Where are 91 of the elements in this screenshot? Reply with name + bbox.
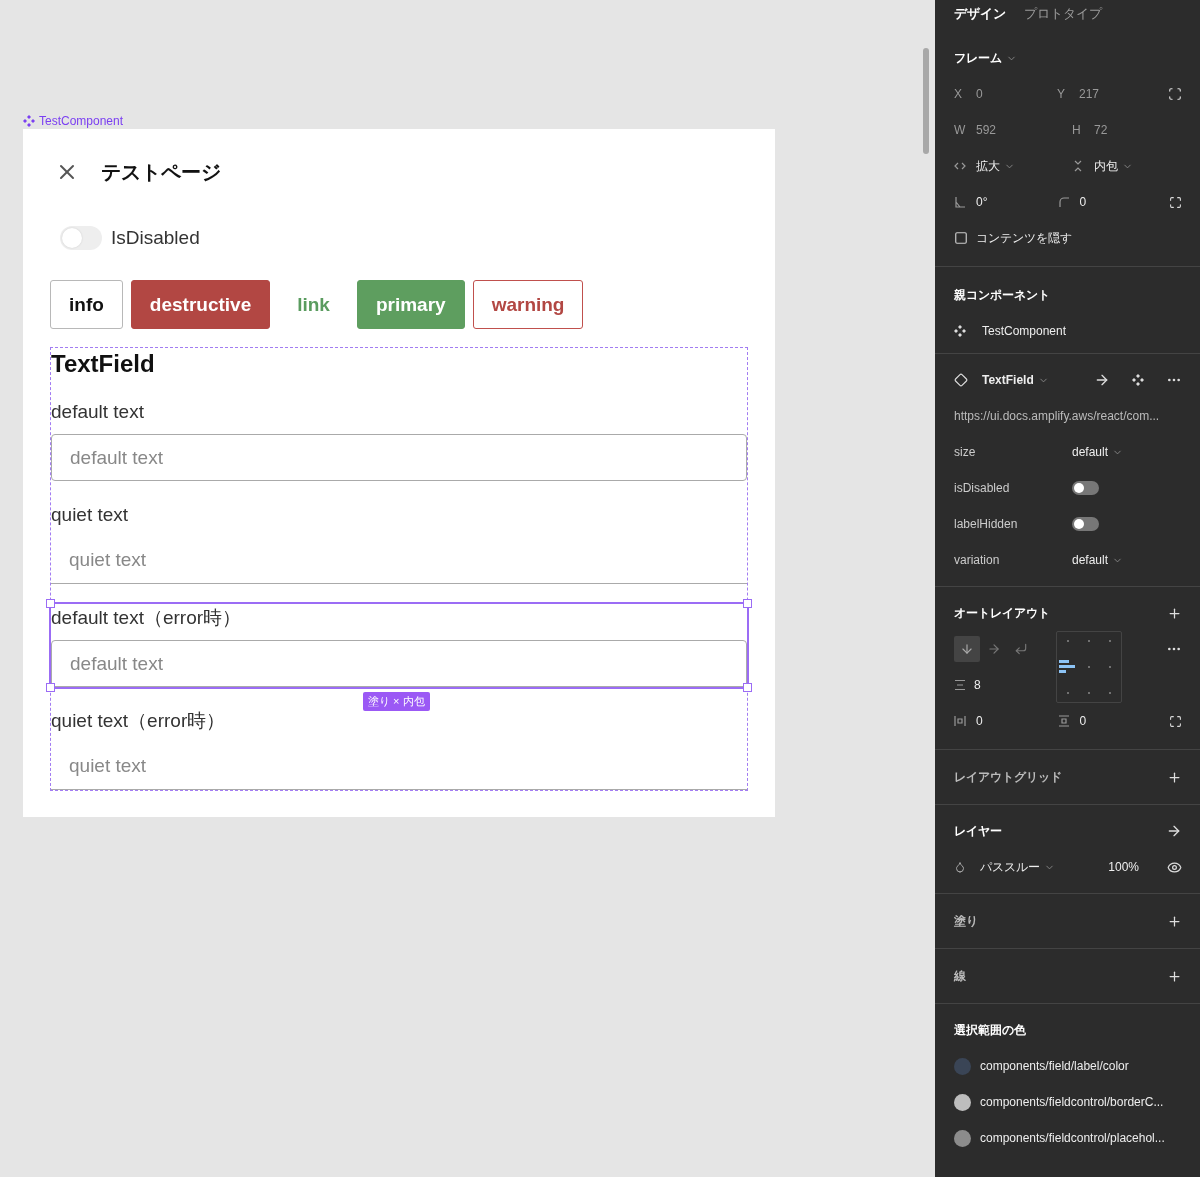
go-to-component-icon[interactable]: [1094, 372, 1110, 388]
section-title: レイヤー: [954, 822, 1002, 840]
component-name[interactable]: TestComponent: [982, 324, 1067, 338]
frame-dropdown[interactable]: フレーム: [954, 49, 1017, 67]
panel-tab[interactable]: プロトタイプ: [1024, 5, 1102, 23]
property-dropdown[interactable]: default: [1072, 445, 1124, 459]
alignment-grid[interactable]: [1056, 631, 1122, 703]
panel-tab[interactable]: デザイン: [954, 5, 1006, 23]
sizing-dropdown[interactable]: 拡大: [976, 157, 1015, 175]
value-field[interactable]: 592: [976, 123, 997, 137]
value-field[interactable]: 72: [1094, 123, 1108, 137]
resize-handle[interactable]: [46, 683, 55, 692]
color-style-name[interactable]: components/field/label/color: [980, 1059, 1129, 1073]
plus-icon[interactable]: [1167, 968, 1182, 984]
toggle-label: IsDisabled: [111, 227, 200, 249]
value-field[interactable]: 0°: [976, 195, 988, 209]
frame-name[interactable]: TestComponent: [39, 113, 124, 128]
expand-corners-icon[interactable]: [1169, 195, 1182, 209]
arrow-down-icon[interactable]: [954, 636, 980, 662]
field-label: X: [954, 87, 963, 101]
horizontal-padding-icon: [954, 715, 966, 727]
color-style-name[interactable]: components/fieldcontrol/borderC...: [980, 1095, 1164, 1109]
angle-icon: [954, 196, 966, 208]
section-title: 塗り: [954, 912, 978, 930]
color-style-name[interactable]: components/fieldcontrol/placehol...: [980, 1131, 1165, 1145]
field-label: quiet text（error時）: [51, 709, 227, 733]
page-title: テストページ: [101, 159, 221, 185]
eye-icon[interactable]: [1167, 859, 1182, 875]
selection-size-badge: 塗り × 内包: [363, 692, 430, 711]
property-name: size: [954, 445, 977, 459]
section-title: 線: [954, 967, 966, 985]
checkbox-label: コンテンツを隠す: [976, 229, 1072, 247]
property-dropdown[interactable]: default: [1072, 553, 1124, 567]
color-swatch[interactable]: [954, 1093, 971, 1111]
value-field[interactable]: 0: [976, 87, 983, 101]
value-field[interactable]: 8: [974, 678, 981, 692]
field-label: Y: [1057, 87, 1066, 101]
section-title: レイアウトグリッド: [954, 768, 1062, 786]
corner-radius-icon: [1057, 196, 1070, 208]
property-name: labelHidden: [954, 517, 1019, 531]
value-field[interactable]: 0: [1079, 195, 1087, 209]
section-title: 選択範囲の色: [954, 1021, 1026, 1039]
opacity-field[interactable]: 100%: [1108, 860, 1139, 874]
section-title: 親コンポーネント: [954, 286, 1050, 304]
blend-mode-dropdown[interactable]: パススルー: [980, 858, 1055, 876]
component-icon[interactable]: [1132, 374, 1144, 386]
resize-handle[interactable]: [743, 683, 752, 692]
toggle-switch[interactable]: [1072, 481, 1099, 495]
field-label: quiet text: [51, 503, 130, 527]
field-label: default text: [51, 400, 145, 424]
horizontal-resize-icon: [954, 160, 966, 172]
spacing-icon: [954, 679, 966, 691]
variant-button[interactable]: destructive: [130, 280, 271, 329]
text-input-field[interactable]: default text: [51, 434, 747, 481]
property-name: isDisabled: [954, 481, 1011, 495]
variant-button[interactable]: info: [50, 280, 123, 329]
instance-dropdown[interactable]: TextField: [982, 373, 1049, 387]
value-field[interactable]: 217: [1079, 87, 1100, 101]
field-label: W: [954, 123, 966, 137]
component-icon: [954, 325, 966, 337]
left-align-icon: [1058, 659, 1077, 675]
resize-handle[interactable]: [46, 599, 55, 608]
toggle-switch[interactable]: [1072, 517, 1099, 531]
individual-padding-icon[interactable]: [1169, 714, 1182, 728]
property-name: variation: [954, 553, 1001, 567]
value-field[interactable]: 0: [976, 714, 983, 728]
color-swatch[interactable]: [954, 1129, 971, 1147]
diamond-icon: [954, 373, 968, 387]
field-label: default text（error時）: [51, 606, 243, 630]
plus-icon[interactable]: [1167, 605, 1182, 621]
go-to-component-icon[interactable]: [1166, 823, 1182, 839]
plus-icon[interactable]: [1167, 769, 1182, 785]
plus-icon[interactable]: [1167, 913, 1182, 929]
scrollbar[interactable]: [923, 48, 929, 154]
value-field[interactable]: 0: [1079, 714, 1087, 728]
section-heading: TextField: [51, 350, 156, 378]
component-icon: [23, 114, 35, 127]
text-input-field[interactable]: default text: [51, 640, 747, 687]
variant-button[interactable]: warning: [472, 280, 584, 329]
vertical-resize-icon: [1072, 160, 1084, 172]
sizing-dropdown[interactable]: 内包: [1094, 157, 1133, 175]
section-title: オートレイアウト: [954, 604, 1050, 622]
toggle-switch[interactable]: [60, 226, 102, 250]
field-label: H: [1072, 123, 1082, 137]
droplet-icon: [954, 861, 966, 873]
checkbox[interactable]: [954, 231, 968, 245]
vertical-padding-icon: [1057, 715, 1070, 727]
focus-frame-icon[interactable]: [1168, 87, 1182, 101]
resize-handle[interactable]: [743, 599, 752, 608]
color-swatch[interactable]: [954, 1057, 971, 1075]
documentation-link[interactable]: https://ui.docs.amplify.aws/react/com...: [954, 409, 1160, 423]
